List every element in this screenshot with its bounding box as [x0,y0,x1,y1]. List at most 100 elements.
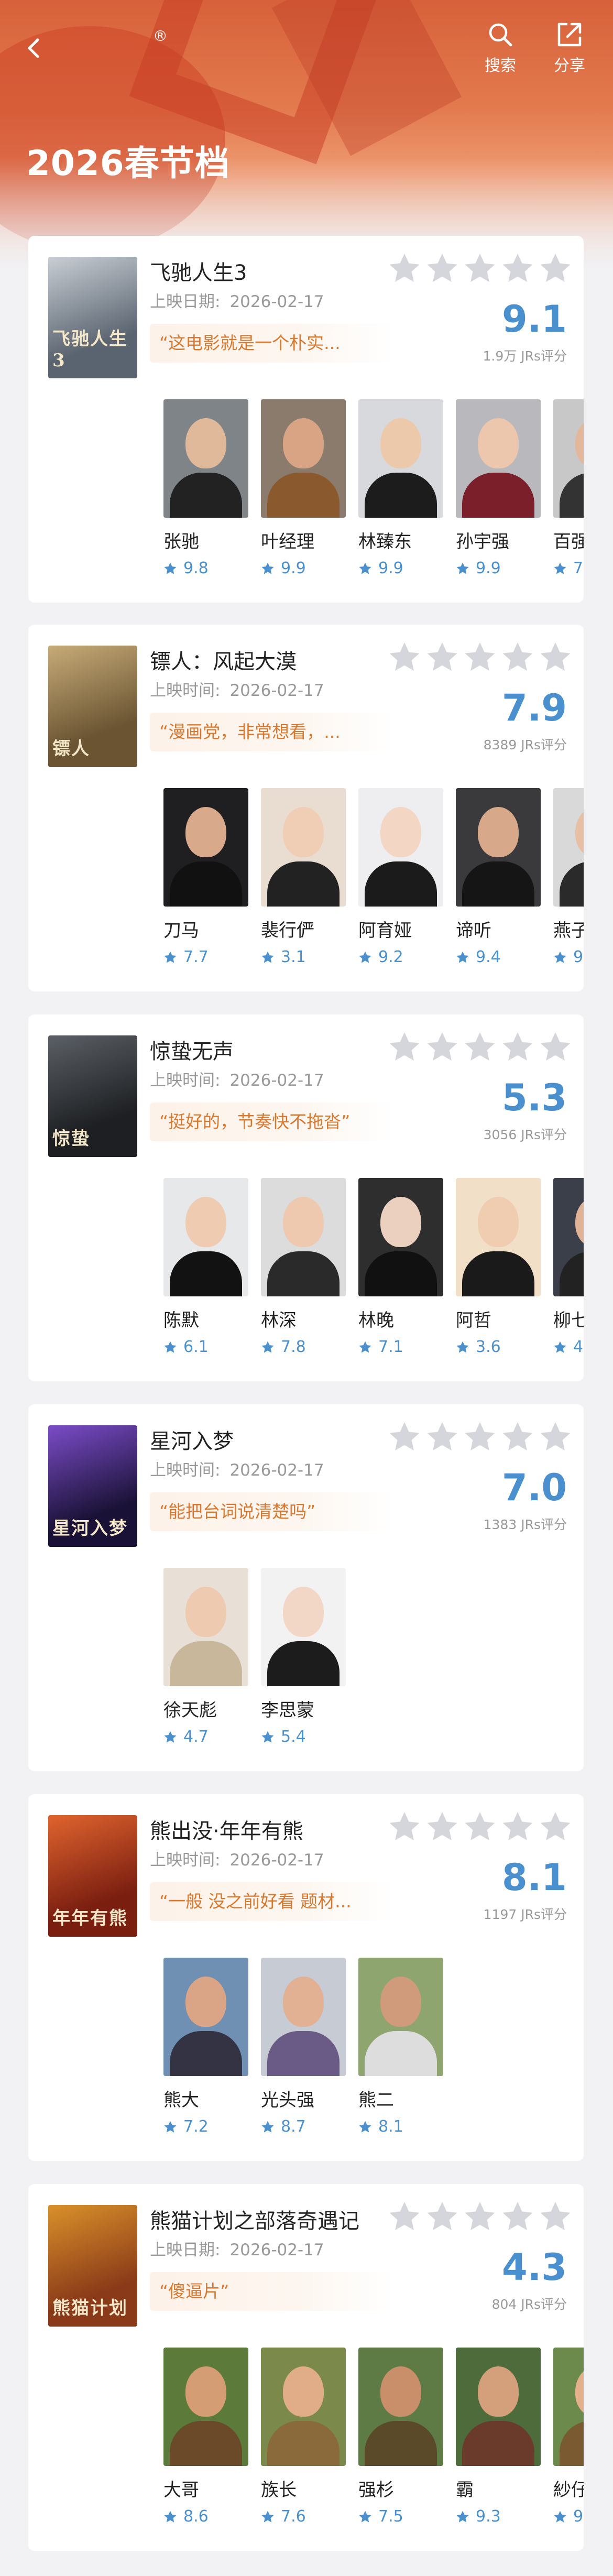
movie-title[interactable]: 惊蛰无声 [150,1034,234,1065]
movie-card[interactable]: 镖人 镖人：风起大漠 上映时间: 2026-02-17 7.9 8389 JRs评分 “漫画… [28,625,584,991]
review-quote[interactable]: “一般 没之前好看 题材... [150,1882,395,1921]
star-icon[interactable] [463,1810,497,1843]
cast-member[interactable]: 大哥 8.6 [163,2348,250,2526]
star-icon[interactable] [501,1030,534,1064]
cast-member[interactable]: 张驰 9.8 [163,399,250,577]
cast-member[interactable]: 燕子 9 [553,788,584,966]
star-icon[interactable] [539,1420,572,1454]
back-button[interactable] [23,32,44,64]
movie-title[interactable]: 星河入梦 [150,1424,234,1455]
cast-member[interactable]: 孙宇强 9.9 [456,399,543,577]
cast-photo[interactable] [261,399,346,518]
review-quote[interactable]: “这电影就是一个朴实... [150,324,395,363]
cast-member[interactable]: 熊二 8.1 [358,1958,445,2136]
cast-member[interactable]: 熊大 7.2 [163,1958,250,2136]
cast-photo[interactable] [261,788,346,907]
review-quote[interactable]: “傻逼片” [150,2272,395,2311]
review-quote[interactable]: “漫画党，非常想看，... [150,713,395,751]
star-icon[interactable] [501,252,534,285]
share-button[interactable]: 分享 [546,21,593,75]
cast-photo[interactable] [358,399,443,518]
cast-member[interactable]: 叶经理 9.9 [261,399,348,577]
cast-member[interactable]: 刀马 7.7 [163,788,250,966]
star-icon[interactable] [463,252,497,285]
review-quote[interactable]: “能把台词说清楚吗” [150,1492,395,1531]
cast-photo[interactable] [163,1568,248,1686]
star-icon[interactable] [388,2200,421,2233]
star-icon[interactable] [388,1810,421,1843]
cast-member[interactable]: 林晚 7.1 [358,1178,445,1356]
star-icon[interactable] [501,1420,534,1454]
cast-photo[interactable] [456,788,541,907]
star-icon[interactable] [425,640,459,674]
movie-title[interactable]: 熊猫计划之部落奇遇记 [150,2204,359,2234]
cast-member[interactable]: 霸 9.3 [456,2348,543,2526]
cast-member[interactable]: 柳七 4 [553,1178,584,1356]
cast-member[interactable]: 百强 7 [553,399,584,577]
review-quote[interactable]: “挺好的，节奏快不拖沓” [150,1103,395,1141]
star-icon[interactable] [388,1030,421,1064]
rating-stars[interactable] [388,640,572,674]
star-icon[interactable] [388,252,421,285]
cast-photo[interactable] [261,1958,346,2076]
star-icon[interactable] [463,1420,497,1454]
cast-photo[interactable] [163,1178,248,1296]
cast-photo[interactable] [358,2348,443,2466]
cast-member[interactable]: 裴行俨 3.1 [261,788,348,966]
star-icon[interactable] [501,2200,534,2233]
movie-card[interactable]: 熊猫计划 熊猫计划之部落奇遇记 上映日期: 2026-02-17 4.3 804 JRs评… [28,2184,584,2551]
cast-photo[interactable] [456,399,541,518]
star-icon[interactable] [501,1810,534,1843]
cast-member[interactable]: 族长 7.6 [261,2348,348,2526]
movie-poster[interactable]: 熊猫计划 [48,2205,137,2327]
rating-stars[interactable] [388,1030,572,1064]
star-icon[interactable] [501,640,534,674]
cast-photo[interactable] [456,2348,541,2466]
cast-member[interactable]: 陈默 6.1 [163,1178,250,1356]
cast-photo[interactable] [163,2348,248,2466]
star-icon[interactable] [463,640,497,674]
movie-card[interactable]: 星河入梦 星河入梦 上映时间: 2026-02-17 7.0 1383 JRs评分 “能把台… [28,1404,584,1771]
star-icon[interactable] [539,640,572,674]
rating-stars[interactable] [388,1420,572,1454]
cast-photo[interactable] [358,1178,443,1296]
cast-photo[interactable] [553,788,584,907]
movie-poster[interactable]: 星河入梦 [48,1425,137,1547]
star-icon[interactable] [425,1420,459,1454]
cast-photo[interactable] [358,788,443,907]
star-icon[interactable] [539,252,572,285]
movie-card[interactable]: 年年有熊 熊出没·年年有熊 上映时间: 2026-02-17 8.1 1197 JRs评分… [28,1794,584,2161]
cast-member[interactable]: 强杉 7.5 [358,2348,445,2526]
rating-stars[interactable] [388,2200,572,2233]
movie-poster[interactable]: 年年有熊 [48,1815,137,1937]
cast-member[interactable]: 阿哲 3.6 [456,1178,543,1356]
cast-photo[interactable] [261,1568,346,1686]
star-icon[interactable] [388,1420,421,1454]
cast-member[interactable]: 林深 7.8 [261,1178,348,1356]
movie-title[interactable]: 镖人：风起大漠 [150,645,297,675]
movie-poster[interactable]: 惊蛰 [48,1035,137,1157]
movie-poster[interactable]: 镖人 [48,646,137,767]
cast-photo[interactable] [358,1958,443,2076]
movie-title[interactable]: 飞驰人生3 [150,256,247,286]
cast-photo[interactable] [553,399,584,518]
cast-photo[interactable] [456,1178,541,1296]
movie-poster[interactable]: 飞驰人生3 [48,257,137,378]
rating-stars[interactable] [388,252,572,285]
star-icon[interactable] [539,1030,572,1064]
rating-stars[interactable] [388,1810,572,1843]
cast-member[interactable]: 光头强 8.7 [261,1958,348,2136]
star-icon[interactable] [425,2200,459,2233]
search-button[interactable]: 搜索 [477,21,524,75]
star-icon[interactable] [539,2200,572,2233]
cast-photo[interactable] [163,788,248,907]
cast-member[interactable]: 李思蒙 5.4 [261,1568,348,1746]
cast-member[interactable]: 阿育娅 9.2 [358,788,445,966]
cast-photo[interactable] [261,2348,346,2466]
movie-card[interactable]: 惊蛰 惊蛰无声 上映时间: 2026-02-17 5.3 3056 JRs评分 “挺好的，节… [28,1014,584,1381]
star-icon[interactable] [425,1810,459,1843]
star-icon[interactable] [388,640,421,674]
cast-photo[interactable] [553,2348,584,2466]
cast-photo[interactable] [163,1958,248,2076]
cast-member[interactable]: 谛听 9.4 [456,788,543,966]
